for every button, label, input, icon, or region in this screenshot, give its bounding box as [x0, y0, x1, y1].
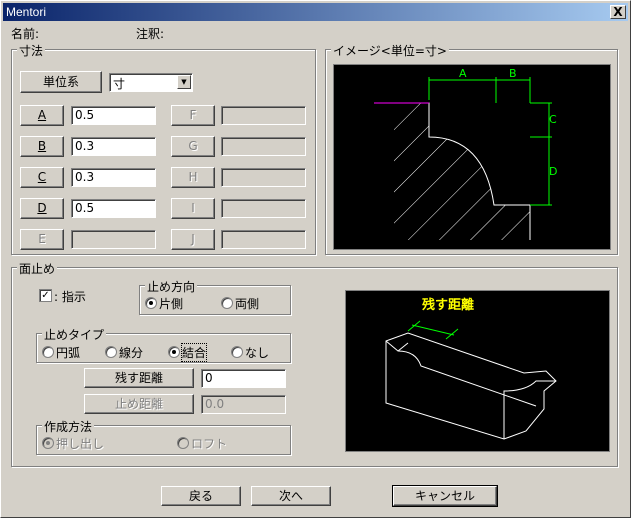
- stop-type-label: 止めタイプ: [42, 326, 107, 343]
- window-title: Mentori: [6, 5, 47, 19]
- direction-label: 止め方向: [145, 278, 198, 295]
- next-button[interactable]: 次へ: [251, 486, 331, 506]
- stop-type-none-label: なし: [245, 346, 270, 360]
- param-b-button[interactable]: B: [20, 136, 64, 157]
- stop-type-none-radio[interactable]: [231, 346, 243, 358]
- preview-remain-label: 残す距離: [422, 297, 474, 313]
- param-j-input[interactable]: [221, 230, 306, 249]
- param-g-input[interactable]: [221, 137, 306, 156]
- back-button[interactable]: 戻る: [161, 486, 241, 506]
- title-bar: Mentori X: [3, 3, 628, 21]
- param-d-button[interactable]: D: [20, 198, 64, 219]
- dimension-diagram: A B C D: [333, 64, 611, 250]
- name-label: 名前:: [11, 27, 40, 41]
- stop-distance-button[interactable]: 止め距離: [84, 394, 194, 414]
- param-a-input[interactable]: 0.5: [71, 106, 156, 125]
- chamfer-preview-svg: 残す距離: [385, 297, 557, 440]
- param-i-input[interactable]: [221, 199, 306, 218]
- method-extrude-radio[interactable]: [42, 437, 54, 449]
- unit-system-button[interactable]: 単位系: [20, 71, 102, 93]
- stop-type-join-label: 結合: [180, 343, 208, 362]
- dim-label-d: D: [549, 165, 557, 178]
- chevron-down-icon[interactable]: ▼: [177, 75, 191, 89]
- indicate-label: : 指示: [54, 290, 86, 304]
- stop-type-arc-label: 円弧: [56, 346, 81, 360]
- param-j-button[interactable]: J: [171, 229, 215, 250]
- note-label: 注釈:: [136, 27, 165, 41]
- unit-select-value: 寸: [113, 77, 126, 91]
- method-label: 作成方法: [42, 418, 95, 435]
- preview-shape: [385, 332, 557, 440]
- param-f-input[interactable]: [221, 106, 306, 125]
- stop-type-arc-radio[interactable]: [42, 346, 54, 358]
- dim-label-c: C: [549, 113, 557, 126]
- remain-distance-input[interactable]: 0: [201, 369, 286, 388]
- stop-type-line-label: 線分: [119, 346, 144, 360]
- param-c-input[interactable]: 0.3: [71, 168, 156, 187]
- remain-distance-button[interactable]: 残す距離: [84, 368, 194, 388]
- direction-one-side-radio[interactable]: [145, 297, 157, 309]
- stop-type-join-radio[interactable]: [168, 346, 180, 358]
- dim-label-b: B: [509, 67, 517, 80]
- direction-both-sides-radio[interactable]: [221, 297, 233, 309]
- method-loft-radio[interactable]: [177, 437, 189, 449]
- section-hatch: [394, 103, 530, 240]
- param-i-button[interactable]: I: [171, 198, 215, 219]
- param-c-button[interactable]: C: [20, 167, 64, 188]
- chamfer-group-label: 面止め: [17, 260, 58, 277]
- param-b-input[interactable]: 0.3: [71, 137, 156, 156]
- dim-label-a: A: [459, 67, 467, 80]
- image-group-label: イメージ<単位=寸>: [331, 42, 449, 59]
- unit-select[interactable]: 寸 ▼: [109, 73, 193, 92]
- param-h-input[interactable]: [221, 168, 306, 187]
- chamfer-preview: 残す距離: [345, 290, 610, 452]
- param-g-button[interactable]: G: [171, 136, 215, 157]
- stop-distance-input[interactable]: 0.0: [201, 395, 286, 414]
- param-f-button[interactable]: F: [171, 105, 215, 126]
- mentori-dialog: Mentori X 名前: 注釈: 寸法 単位系 寸 ▼ A 0.5 B 0.3 C 0.…: [0, 0, 631, 518]
- param-e-input[interactable]: [71, 230, 156, 249]
- method-loft-label: ロフト: [191, 437, 228, 451]
- method-extrude-label: 押し出し: [56, 437, 105, 451]
- direction-one-side-label: 片側: [159, 297, 184, 311]
- param-d-input[interactable]: 0.5: [71, 199, 156, 218]
- cancel-button[interactable]: キャンセル: [392, 485, 498, 507]
- dimension-diagram-svg: A B C D: [374, 67, 557, 240]
- indicate-checkbox[interactable]: ✓: [39, 289, 52, 302]
- param-a-button[interactable]: A: [20, 105, 64, 126]
- dimensions-group-label: 寸法: [17, 42, 46, 59]
- param-e-button[interactable]: E: [20, 229, 64, 250]
- direction-both-sides-label: 両側: [235, 297, 260, 311]
- param-h-button[interactable]: H: [171, 167, 215, 188]
- close-button[interactable]: X: [610, 5, 626, 19]
- preview-dimension: [407, 320, 459, 340]
- stop-type-line-radio[interactable]: [105, 346, 117, 358]
